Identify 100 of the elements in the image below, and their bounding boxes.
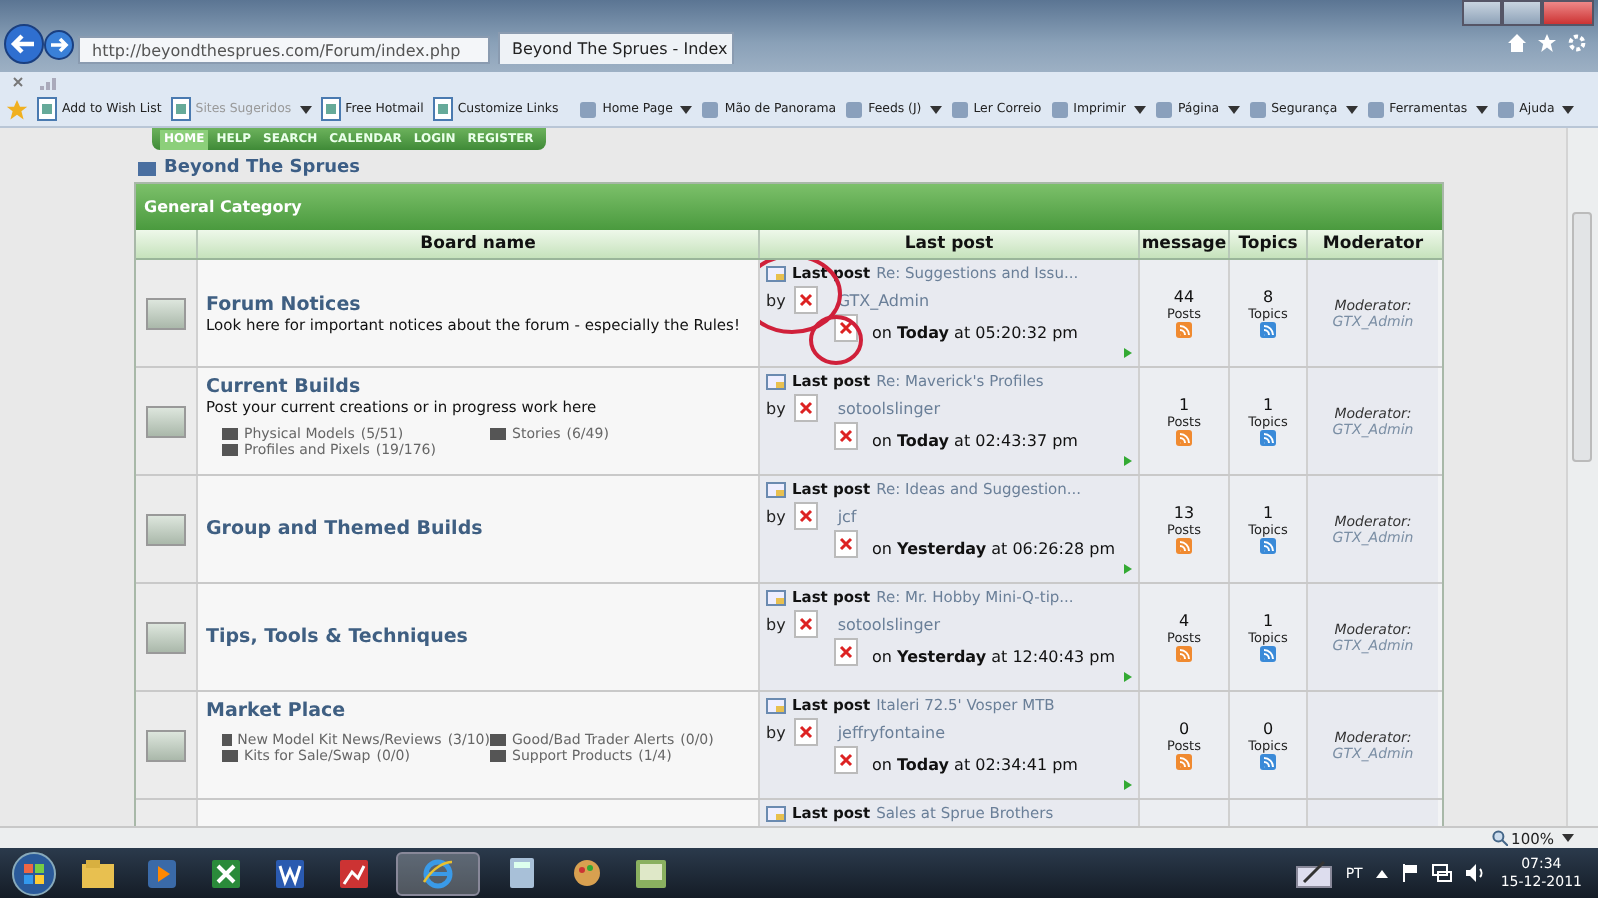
browser-tab[interactable]: Beyond The Sprues - Index [498,32,734,64]
post-time: on Today at 05:20:32 pm [872,324,1078,342]
username-link[interactable]: sotoolslinger [837,399,940,417]
caret-icon [1475,105,1488,113]
broken-image-icon [834,746,858,774]
column-header: Moderator [1306,230,1438,258]
board-link[interactable]: Group and Themed Builds [206,518,750,540]
count: 1 [1262,396,1274,414]
board-link[interactable]: Forum Notices [206,293,750,315]
board-icon [146,729,186,761]
toolbar-icon [1153,99,1174,119]
broken-image-icon [793,286,818,314]
caret-icon [1133,105,1146,113]
home-icon[interactable] [1508,34,1526,52]
close-icon[interactable] [12,76,24,88]
post-time: on Today at 02:43:37 pm [872,432,1078,450]
broken-image-icon [834,638,858,666]
rss-icon[interactable] [1260,754,1276,770]
count: 4 [1178,612,1190,630]
forum-title[interactable]: Beyond The Sprues [164,158,361,178]
rss-icon[interactable] [1176,430,1192,446]
rss-icon[interactable] [1260,430,1276,446]
arrow-icon [1124,780,1132,790]
caret-icon [1562,834,1574,842]
show-hidden-icons-arrow[interactable] [1376,869,1389,877]
count: 0 [1262,720,1274,738]
caret-icon [1227,105,1240,113]
toolbar-icon [700,99,721,119]
network-icon[interactable] [1432,864,1453,882]
star-icon[interactable] [1538,34,1556,52]
back-button[interactable] [4,24,44,64]
board-link[interactable]: Market Place [206,700,750,722]
count: 1 [1178,396,1190,414]
envelope-icon [766,589,786,605]
envelope-icon [766,373,786,389]
rss-icon[interactable] [1260,538,1276,554]
toolbar-icon [1049,99,1070,119]
minimize-button[interactable] [1462,0,1502,26]
rss-icon[interactable] [1176,322,1192,338]
close-window-button[interactable] [1542,0,1594,26]
favorites-star-icon[interactable] [6,99,28,119]
count: 1 [1262,504,1274,522]
arrow-icon [1124,348,1132,358]
toolbar-icon [578,99,599,119]
start-button[interactable] [12,851,56,895]
flag-icon[interactable] [1402,864,1419,882]
page-icon [319,96,342,122]
board-link[interactable]: Current Builds [206,376,750,398]
volume-icon[interactable] [1466,864,1487,882]
board-icon [146,297,186,329]
count: 8 [1262,288,1274,306]
username-link[interactable]: jeffryfontaine [837,723,946,741]
forward-button[interactable] [44,30,74,60]
settings-icon[interactable] [1568,34,1586,52]
username-link[interactable]: sotoolslinger [837,615,940,633]
address-bar[interactable]: http://beyondthesprues.com/Forum/index.php [78,36,490,64]
rss-icon[interactable] [1260,646,1276,662]
board-link[interactable]: Tips, Tools & Techniques [206,626,750,648]
by-label: by [766,507,786,525]
by-label: by [766,291,786,309]
username-link[interactable]: jcf [837,507,857,525]
page-icon [169,96,192,122]
rss-icon[interactable] [1176,538,1192,554]
arrow-icon [1124,456,1132,466]
rss-icon[interactable] [1176,646,1192,662]
arrow-icon [1124,564,1132,574]
broken-image-icon [793,394,818,422]
envelope-icon [766,265,786,281]
toolbar-icon [844,99,865,119]
column-header: Board name [196,230,758,258]
rss-icon[interactable] [1176,754,1192,770]
toolbar-icon [1495,99,1516,119]
page-icon [36,96,58,122]
board-icon [146,513,186,545]
scrollbar[interactable] [1566,128,1598,826]
broken-image-icon [793,718,818,746]
zoom-icon [1491,830,1508,846]
folder-icon [490,428,506,440]
folder-icon [138,161,156,175]
envelope-icon [766,481,786,497]
caret-icon [299,105,312,113]
caret-icon [1345,105,1358,113]
envelope-icon [766,805,786,821]
column-header: Topics [1228,230,1306,258]
count: 0 [1178,720,1190,738]
page-icon [431,96,454,122]
count: 13 [1173,504,1195,522]
broken-image-icon [834,422,858,450]
board-icon [146,621,186,653]
rss-icon[interactable] [1260,322,1276,338]
by-label: by [766,723,786,741]
pen-icon[interactable] [1295,859,1332,887]
restore-button[interactable] [1502,0,1542,26]
signal-bars-icon [40,75,60,89]
broken-image-icon [793,502,818,530]
post-time: on Today at 02:34:41 pm [872,756,1078,774]
post-time: on Yesterday at 12:40:43 pm [872,648,1116,666]
arrow-icon [1124,672,1132,682]
by-label: by [766,399,786,417]
username-link[interactable]: GTX_Admin [837,291,930,309]
